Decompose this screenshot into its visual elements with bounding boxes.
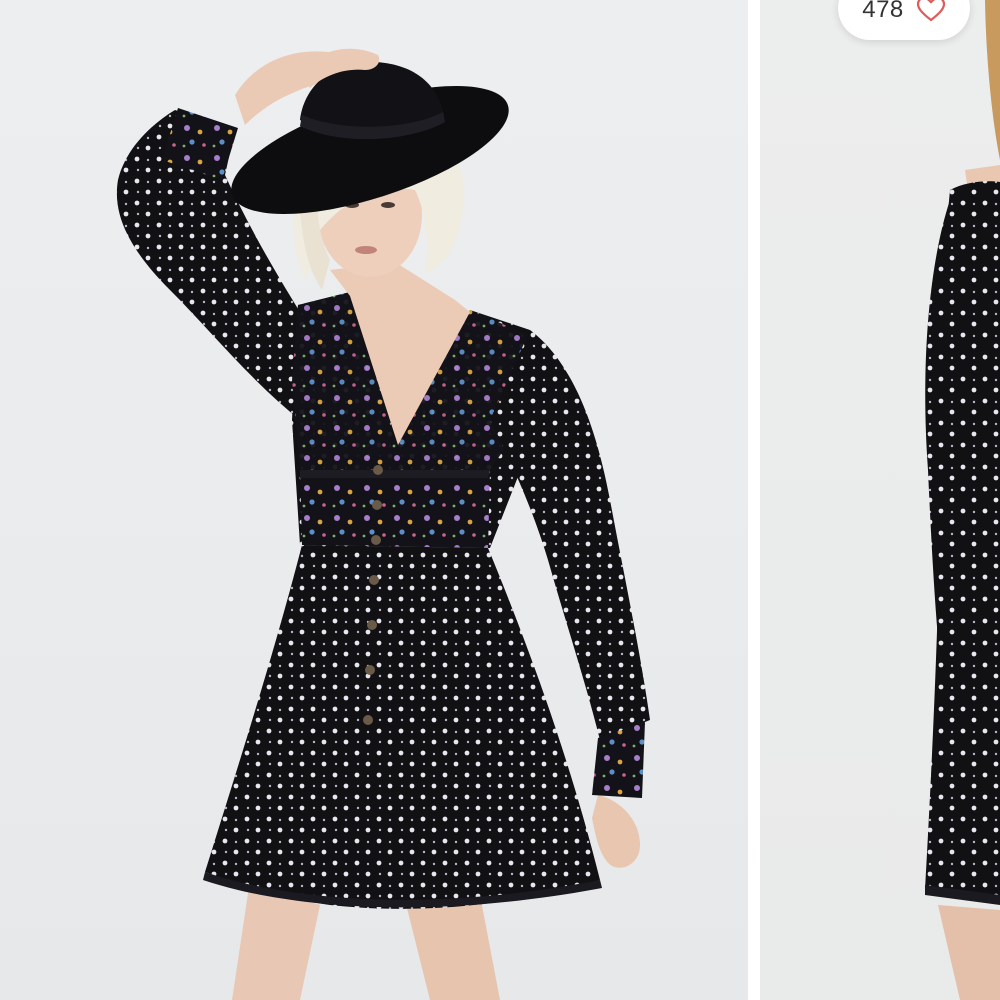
product-image-gallery[interactable]: 478	[0, 0, 1000, 1000]
product-image-next[interactable]	[760, 0, 1000, 1000]
model-photo-illustration	[116, 48, 650, 1000]
heart-outline-icon	[916, 0, 945, 22]
like-button[interactable]: 478	[838, 0, 970, 40]
model-photo-illustration-2	[925, 0, 1000, 1000]
like-count: 478	[862, 0, 904, 23]
product-image-main[interactable]	[0, 0, 748, 1000]
